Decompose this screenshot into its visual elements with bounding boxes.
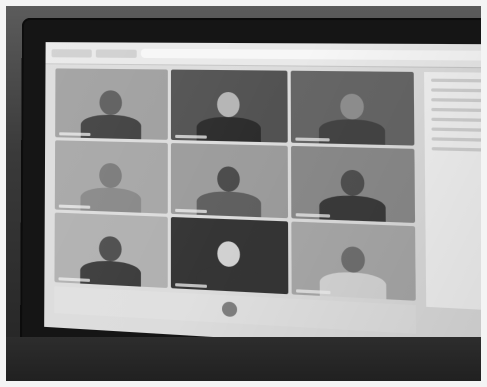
browser-tab bbox=[95, 48, 137, 58]
participants-panel bbox=[424, 72, 487, 312]
tile-name-strip bbox=[174, 134, 208, 139]
photo-scene bbox=[0, 0, 487, 387]
participant-silhouette bbox=[197, 155, 261, 218]
panel-line bbox=[431, 88, 487, 93]
tile-name-strip bbox=[174, 283, 208, 288]
browser-toolbar bbox=[45, 42, 487, 69]
tile-name-strip bbox=[296, 213, 331, 218]
address-bar bbox=[140, 48, 487, 61]
participant-head bbox=[340, 246, 366, 274]
browser-tab bbox=[51, 48, 92, 58]
panel-line bbox=[431, 117, 487, 123]
panel-line bbox=[431, 147, 487, 153]
end-call-icon bbox=[221, 301, 237, 318]
tile-name-strip bbox=[174, 208, 208, 214]
tile-name-strip bbox=[59, 132, 91, 137]
tile-name-strip bbox=[58, 204, 90, 209]
participant-shoulders bbox=[80, 187, 142, 213]
video-tile bbox=[291, 145, 416, 223]
participant-silhouette bbox=[197, 229, 262, 293]
panel-line bbox=[431, 127, 487, 133]
laptop-screen bbox=[44, 42, 487, 356]
desk-surface bbox=[0, 337, 487, 387]
video-tile bbox=[291, 221, 416, 301]
participant-silhouette bbox=[319, 234, 387, 300]
participant-silhouette bbox=[80, 80, 142, 140]
video-tile bbox=[170, 216, 289, 295]
participant-silhouette bbox=[319, 83, 386, 145]
participant-shoulders bbox=[319, 194, 387, 222]
panel-line bbox=[431, 137, 487, 143]
video-tile bbox=[170, 69, 289, 143]
tile-name-strip bbox=[58, 277, 90, 282]
video-tile bbox=[54, 212, 168, 289]
video-tile bbox=[55, 68, 168, 140]
participant-head bbox=[99, 236, 122, 262]
video-tile bbox=[170, 143, 289, 219]
participant-head bbox=[340, 169, 365, 197]
participant-shoulders bbox=[197, 265, 262, 293]
participant-silhouette bbox=[197, 81, 261, 143]
participant-head bbox=[217, 241, 241, 268]
participant-shoulders bbox=[79, 259, 141, 287]
video-grid bbox=[54, 68, 416, 301]
tile-name-strip bbox=[296, 289, 331, 295]
panel-line bbox=[431, 78, 487, 83]
tile-name-strip bbox=[295, 137, 330, 142]
participant-head bbox=[99, 90, 122, 116]
participant-head bbox=[339, 93, 364, 120]
participant-head bbox=[217, 92, 241, 118]
video-tile bbox=[54, 140, 168, 214]
participant-silhouette bbox=[79, 225, 141, 287]
participant-head bbox=[217, 166, 241, 193]
participant-head bbox=[99, 163, 122, 189]
participant-shoulders bbox=[319, 271, 387, 300]
laptop-bezel bbox=[19, 18, 487, 386]
panel-line bbox=[431, 107, 487, 113]
video-tile bbox=[291, 70, 415, 146]
panel-line bbox=[431, 98, 487, 103]
participant-silhouette bbox=[319, 158, 387, 222]
participant-silhouette bbox=[80, 152, 142, 213]
participant-shoulders bbox=[197, 190, 261, 218]
